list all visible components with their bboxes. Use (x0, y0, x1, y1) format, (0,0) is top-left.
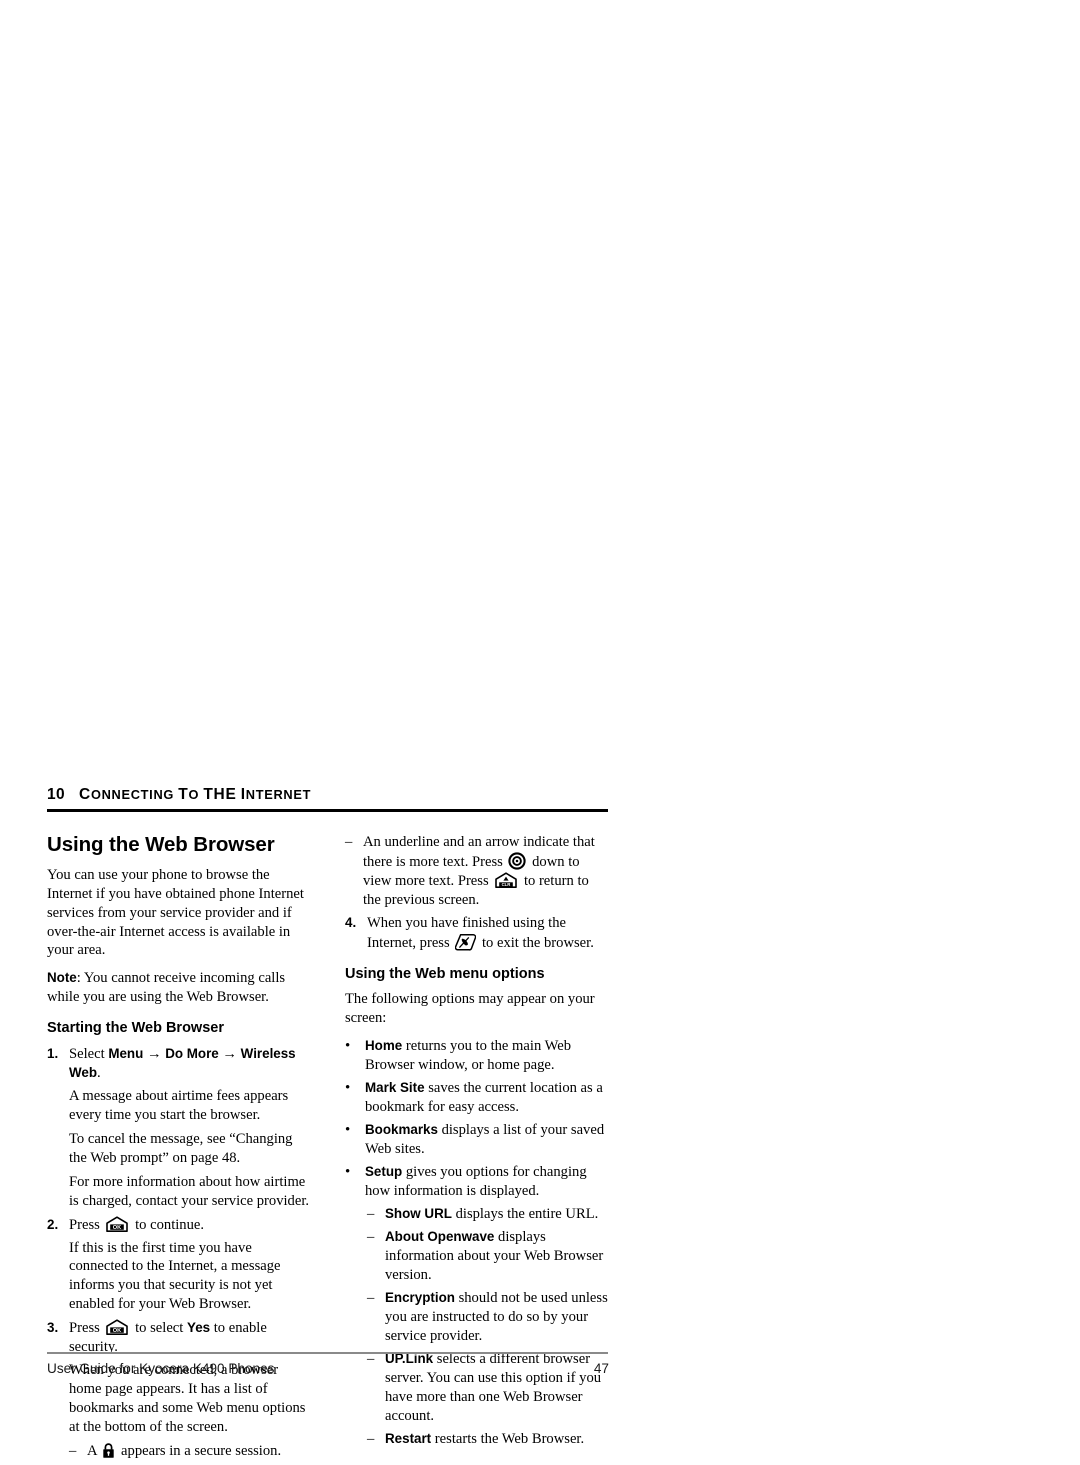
step-marker: 2. (47, 1216, 59, 1232)
step-text: Select Menu → Do More → Wireless Web. (69, 1045, 311, 1083)
dash-marker: – (367, 1430, 375, 1447)
step-continuation: For more information about how airtime i… (69, 1173, 310, 1209)
dash-marker: – (367, 1228, 375, 1245)
list-item: – Encryption should not be used unless y… (367, 1289, 609, 1346)
step-text: Press OK to continue. (69, 1215, 311, 1235)
bullet-marker: • (345, 1038, 351, 1055)
dash-text: Encryption should not be used unless you… (385, 1289, 609, 1346)
note-label: Note (47, 970, 77, 986)
dash-marker: – (345, 834, 353, 851)
dash-marker: – (367, 1205, 375, 1222)
page-footer: User Guide for Kyocera K490 Phones 47 (47, 1352, 609, 1376)
dash-text: A appears in a secure session. (87, 1442, 311, 1461)
note-text: : You cannot receive incoming calls whil… (47, 970, 286, 1006)
option-name: Home (365, 1038, 403, 1054)
option-name: Encryption (385, 1289, 455, 1305)
option-name: Yes (187, 1320, 211, 1336)
dash-text: An underline and an arrow indicate that … (363, 833, 609, 910)
bullet-text: Mark Site saves the current location as … (365, 1079, 609, 1117)
options-intro: The following options may appear on your… (345, 991, 595, 1027)
ok-key-icon: OK (105, 1319, 129, 1336)
navigation-key-icon (508, 852, 527, 870)
step-continuation: To cancel the message, see “Changing the… (69, 1130, 293, 1166)
padlock-icon (102, 1442, 115, 1459)
dash-marker: – (69, 1443, 77, 1460)
intro-paragraph: You can use your phone to browse the Int… (47, 866, 304, 959)
dash-text: Show URL displays the entire URL. (385, 1205, 609, 1224)
step-lead: Select (69, 1045, 109, 1062)
bullet-marker: • (345, 1080, 351, 1097)
list-item: • Home returns you to the main Web Brows… (345, 1037, 609, 1075)
option-name: About Openwave (385, 1228, 495, 1244)
list-item: – An underline and an arrow indicate tha… (345, 833, 609, 910)
dash-lead: A (87, 1443, 101, 1460)
period: . (97, 1064, 101, 1081)
dash-text: About Openwave displays information abou… (385, 1228, 609, 1285)
list-item: • Bookmarks displays a list of your save… (345, 1121, 609, 1159)
end-call-key-icon (455, 933, 477, 951)
option-name: Restart (385, 1430, 432, 1446)
list-item: – Show URL displays the entire URL. (367, 1205, 609, 1224)
list-item: – About Openwave displays information ab… (367, 1228, 609, 1285)
arrow-glyph: → (222, 1045, 238, 1062)
chapter-number: 10 (47, 786, 66, 803)
bullet-text: Home returns you to the main Web Browser… (365, 1037, 609, 1075)
step-continuation: If this is the first time you have conne… (69, 1239, 281, 1313)
menu-path-item: Menu (108, 1045, 144, 1061)
list-item: 4. When you have finished using the Inte… (345, 914, 609, 953)
header-rule (47, 809, 608, 813)
bullet-marker: • (345, 1122, 351, 1139)
footer-rule (47, 1352, 608, 1354)
step-mid: to select (131, 1320, 187, 1337)
dash-tail: appears in a secure session. (117, 1443, 282, 1460)
list-item: – Restart restarts the Web Browser. (367, 1430, 609, 1449)
step-text: When you have finished using the Interne… (367, 914, 609, 953)
option-desc: displays the entire URL. (451, 1205, 599, 1222)
arrow-glyph: → (146, 1045, 162, 1062)
list-item: – A appears in a secure session. (69, 1442, 311, 1461)
list-item: 2. Press OK to continue. (47, 1215, 311, 1235)
running-head: 10 CONNECTING TO THE INTERNET (47, 786, 312, 803)
option-name: Setup (365, 1164, 403, 1179)
step-lead: Press (69, 1320, 104, 1337)
document-page: 10 CONNECTING TO THE INTERNET Using the W… (0, 0, 1080, 1459)
bullet-text: Bookmarks displays a list of your saved … (365, 1121, 609, 1159)
list-item: • Setup gives you options for changing h… (345, 1163, 609, 1201)
menu-path-item: Do More (165, 1045, 219, 1061)
option-name: Show URL (385, 1205, 452, 1221)
page-number: 47 (593, 1361, 609, 1376)
svg-text:CLR: CLR (502, 882, 512, 887)
option-desc: restarts the Web Browser. (431, 1430, 585, 1447)
step-part-2: to exit the browser. (478, 934, 594, 951)
clr-key-icon: CLR (494, 872, 518, 889)
dash-marker: – (367, 1289, 375, 1306)
bullet-marker: • (345, 1164, 351, 1180)
step-marker: 1. (47, 1045, 59, 1061)
step-marker: 4. (345, 914, 357, 930)
subsection-heading: Using the Web menu options (345, 965, 545, 982)
step-lead: Press (69, 1216, 104, 1233)
list-item: 1. Select Menu → Do More → Wireless Web. (47, 1045, 311, 1083)
option-name: Mark Site (365, 1080, 425, 1096)
step-tail: to continue. (131, 1216, 205, 1233)
svg-text:OK: OK (113, 1328, 121, 1334)
dash-text: Restart restarts the Web Browser. (385, 1430, 609, 1449)
note-paragraph: Note: You cannot receive incoming calls … (47, 969, 311, 1007)
footer-line: User Guide for Kyocera K490 Phones 47 (47, 1361, 609, 1376)
ok-key-icon: OK (105, 1215, 129, 1233)
option-name: Bookmarks (365, 1122, 438, 1138)
footer-title: User Guide for Kyocera K490 Phones (47, 1361, 275, 1376)
list-item: • Mark Site saves the current location a… (345, 1079, 609, 1117)
svg-text:OK: OK (113, 1224, 121, 1230)
bullet-text: Setup gives you options for changing how… (365, 1163, 609, 1201)
section-heading: Using the Web Browser (47, 833, 275, 857)
subsection-heading: Starting the Web Browser (47, 1020, 224, 1037)
step-continuation: A message about airtime fees appears eve… (69, 1087, 289, 1123)
